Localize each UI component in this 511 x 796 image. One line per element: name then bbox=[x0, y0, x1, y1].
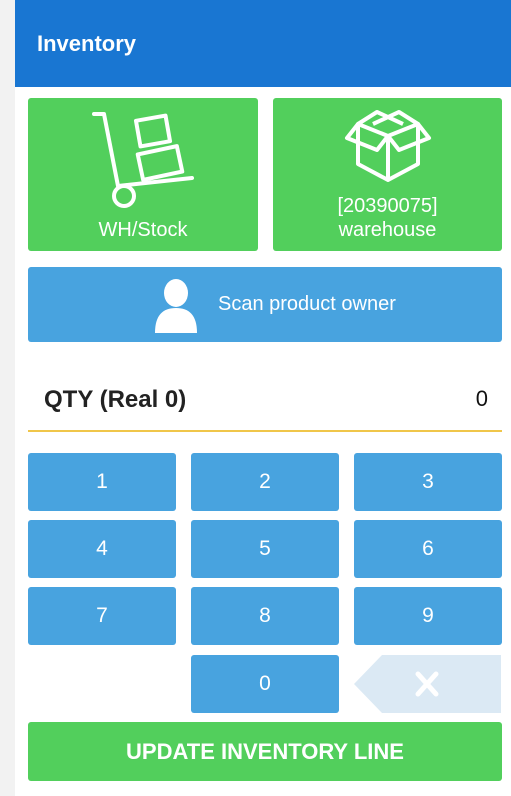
warehouse-name: warehouse bbox=[338, 219, 437, 241]
scan-product-owner-label: Scan product owner bbox=[218, 293, 396, 315]
key-2[interactable]: 2 bbox=[191, 453, 339, 511]
key-4[interactable]: 4 bbox=[28, 520, 176, 578]
location-tile[interactable]: WH/Stock bbox=[28, 98, 258, 251]
hand-truck-icon bbox=[92, 112, 194, 208]
location-label: WH/Stock bbox=[98, 219, 188, 241]
key-3[interactable]: 3 bbox=[354, 453, 502, 511]
quantity-value: 0 bbox=[475, 386, 488, 411]
person-icon bbox=[155, 279, 197, 333]
update-inventory-line-label: UPDATE INVENTORY LINE bbox=[126, 738, 404, 764]
open-box-icon bbox=[345, 110, 431, 182]
key-7[interactable]: 7 bbox=[28, 587, 176, 645]
app-bar-title: Inventory bbox=[37, 30, 137, 56]
inventory-screen: Inventory WH/Stock [20390075] warehouse bbox=[15, 0, 511, 796]
key-5[interactable]: 5 bbox=[191, 520, 339, 578]
backspace-key[interactable] bbox=[352, 654, 502, 714]
key-6[interactable]: 6 bbox=[354, 520, 502, 578]
scan-product-owner-button[interactable]: Scan product owner bbox=[28, 267, 502, 342]
update-inventory-line-button[interactable]: UPDATE INVENTORY LINE bbox=[28, 722, 502, 781]
quantity-label: QTY (Real 0) bbox=[44, 386, 187, 413]
key-9[interactable]: 9 bbox=[354, 587, 502, 645]
key-1[interactable]: 1 bbox=[28, 453, 176, 511]
key-8[interactable]: 8 bbox=[191, 587, 339, 645]
quantity-underline bbox=[28, 430, 502, 432]
quantity-field[interactable]: QTY (Real 0) 0 bbox=[28, 366, 502, 432]
app-bar: Inventory bbox=[15, 0, 511, 87]
warehouse-tile[interactable]: [20390075] warehouse bbox=[273, 98, 502, 251]
key-0[interactable]: 0 bbox=[191, 655, 339, 713]
warehouse-code: [20390075] bbox=[337, 195, 438, 217]
